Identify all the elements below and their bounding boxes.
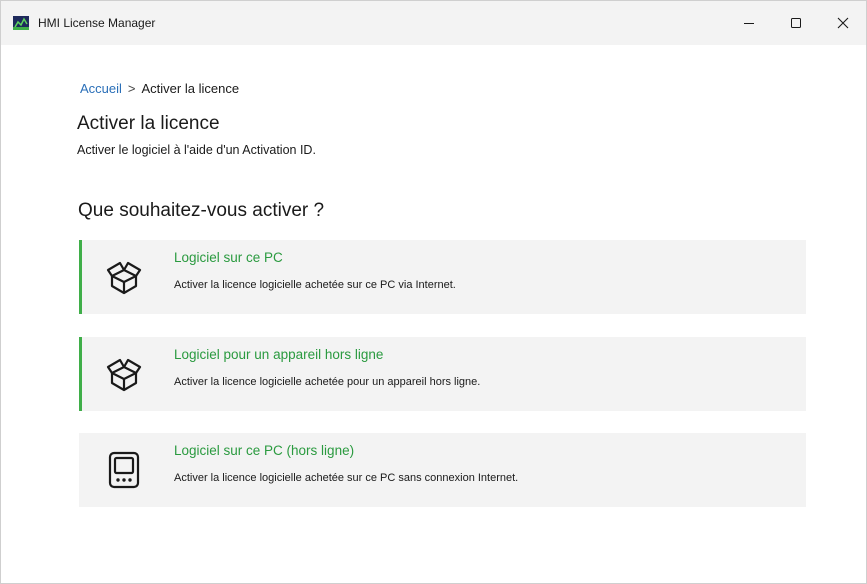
option-title: Logiciel sur ce PC [174,250,283,265]
box-icon [106,261,142,295]
page-title: Activer la licence [77,113,220,134]
minimize-icon [743,23,754,24]
breadcrumb-current: Activer la licence [141,81,240,96]
app-logo-icon [13,16,29,30]
device-icon [108,451,140,489]
option-software-this-pc[interactable]: Logiciel sur ce PC Activer la licence lo… [79,240,806,314]
page-subtitle: Activer le logiciel à l'aide d'un Activa… [77,143,316,157]
close-button[interactable] [819,1,866,45]
window-title: HMI License Manager [38,16,156,30]
option-description: Activer la licence logicielle achetée su… [174,279,456,291]
option-description: Activer la licence logicielle achetée po… [174,376,481,388]
maximize-button[interactable] [772,1,819,45]
minimize-button[interactable] [725,1,772,45]
option-title: Logiciel pour un appareil hors ligne [174,347,384,362]
app-window: HMI License Manager Accueil > Activer la l… [0,0,867,584]
breadcrumb-home-link[interactable]: Accueil [80,81,122,96]
option-description: Activer la licence logicielle achetée su… [174,472,519,484]
box-icon [106,358,142,392]
option-software-this-pc-offline[interactable]: Logiciel sur ce PC (hors ligne) Activer … [79,433,806,507]
section-title: Que souhaitez-vous activer ? [78,200,325,221]
option-title: Logiciel sur ce PC (hors ligne) [174,443,355,458]
maximize-icon [790,18,801,28]
title-bar[interactable]: HMI License Manager [1,1,866,45]
breadcrumb: Accueil > Activer la licence [80,81,239,96]
close-icon [837,17,848,29]
option-software-offline-device[interactable]: Logiciel pour un appareil hors ligne Act… [79,337,806,411]
breadcrumb-separator: > [127,81,136,96]
main-content: Accueil > Activer la licence Activer la li… [1,45,866,583]
window-controls [725,1,866,45]
